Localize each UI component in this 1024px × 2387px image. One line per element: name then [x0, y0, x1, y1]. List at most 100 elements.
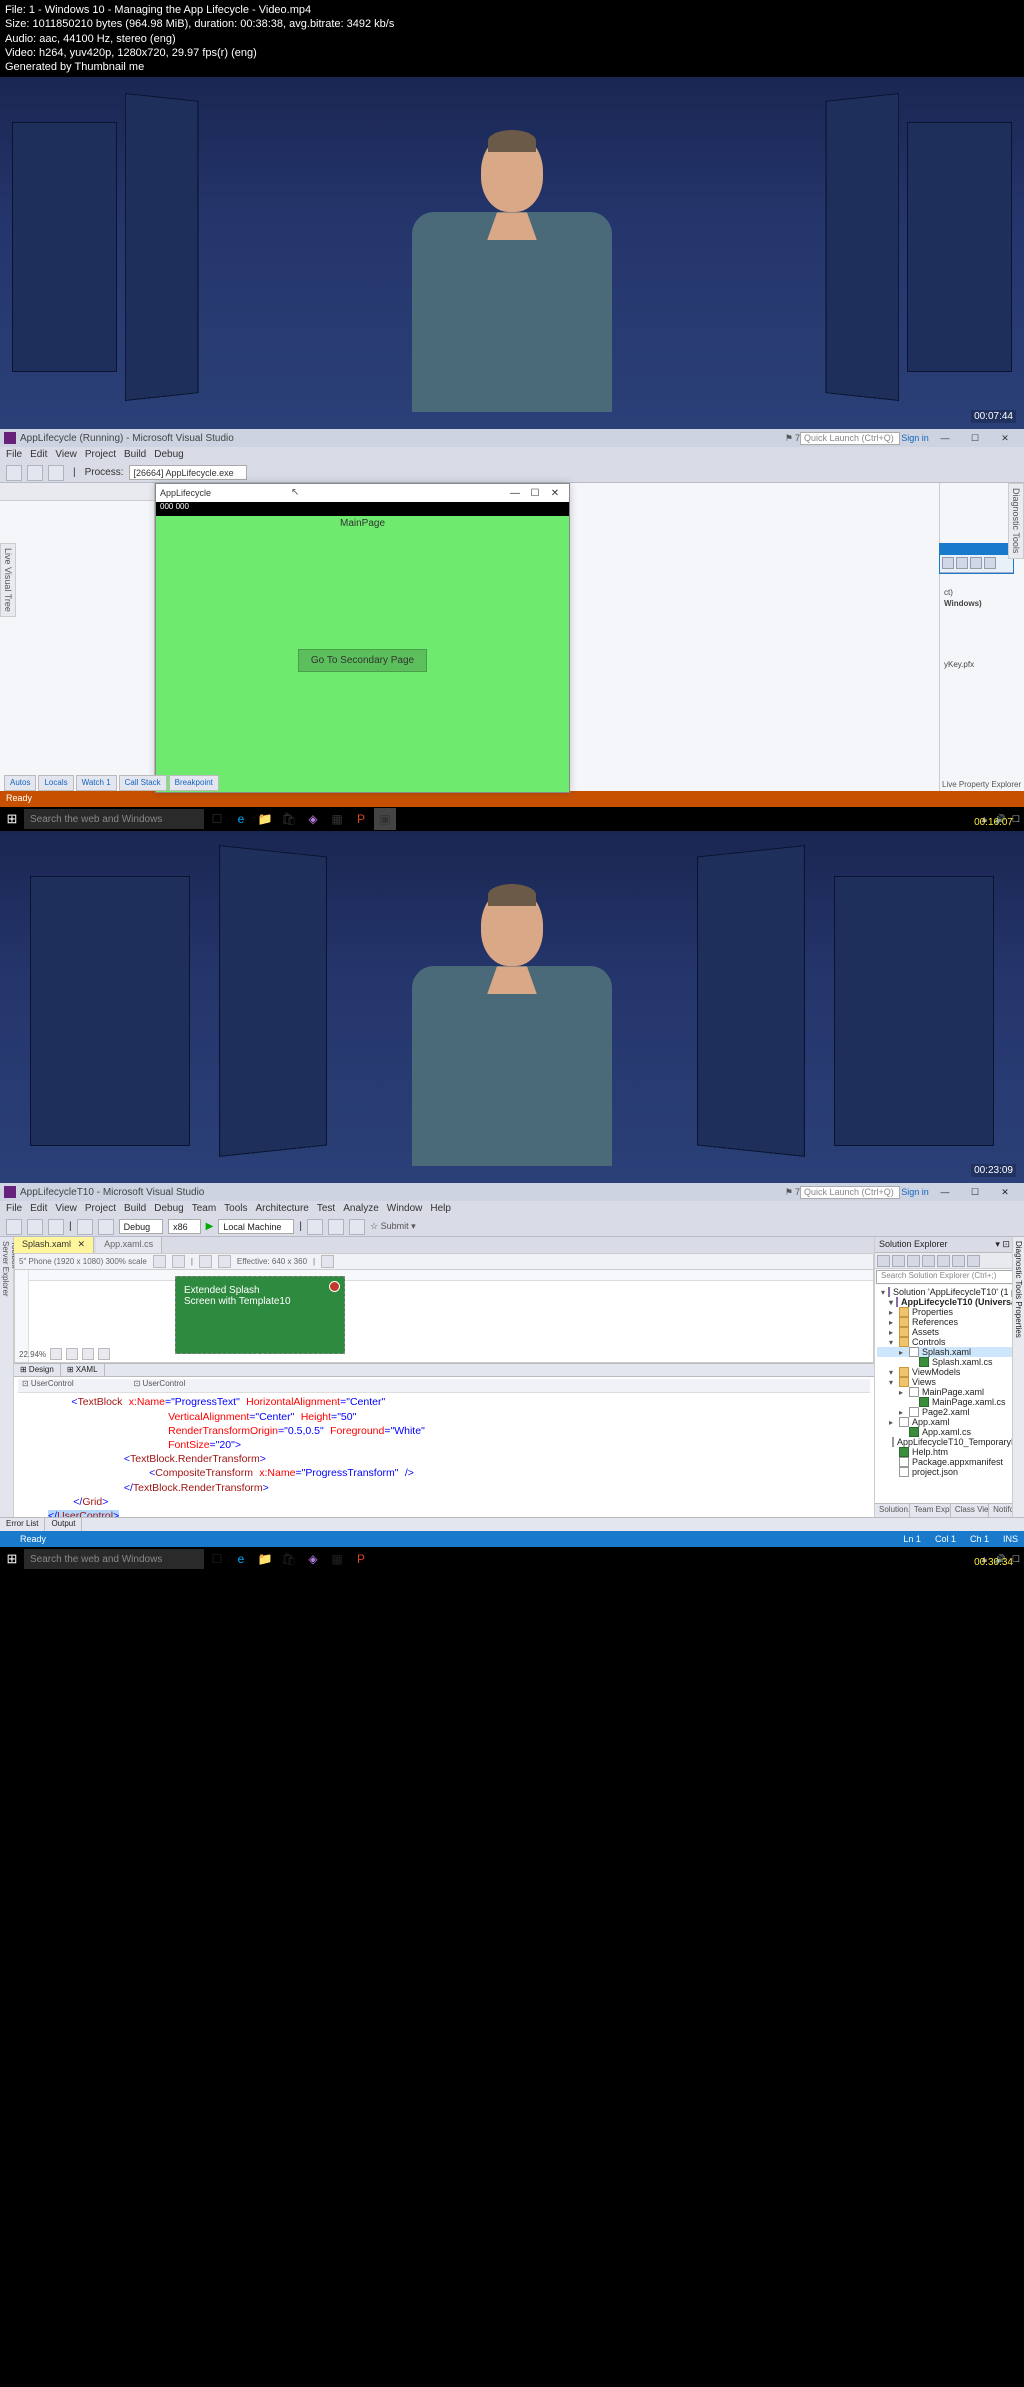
target-dropdown[interactable]: Local Machine	[218, 1219, 294, 1234]
tree-item[interactable]: project.json	[877, 1467, 1022, 1477]
toolbar-redo-icon[interactable]	[98, 1219, 114, 1235]
solution-tree[interactable]: ▾Solution 'AppLifecycleT10' (1 project) …	[875, 1285, 1024, 1503]
tab-breakpoints[interactable]: Breakpoint	[169, 775, 219, 791]
tree-item[interactable]: ▸Page2.xaml	[877, 1407, 1022, 1417]
tree-item[interactable]: ▸References	[877, 1317, 1022, 1327]
output-tab[interactable]: Output	[45, 1518, 82, 1531]
tree-item[interactable]: MainPage.xaml.cs	[877, 1397, 1022, 1407]
flag-icon[interactable]: ⚑	[785, 1187, 793, 1198]
app-taskbar-icon[interactable]: ▦	[326, 1548, 348, 1570]
menu-view[interactable]: View	[55, 449, 77, 461]
menu-arch[interactable]: Architecture	[256, 1203, 309, 1215]
xaml-editor[interactable]: ⊡ UserControl ⊡ UserControl <TextBlock x…	[14, 1377, 874, 1517]
server-explorer-tab[interactable]: Server Explorer	[1, 1241, 10, 1509]
tab-autos[interactable]: Autos	[4, 775, 36, 791]
tree-item[interactable]: Package.appxmanifest	[877, 1457, 1022, 1467]
live-visual-tree-tab[interactable]: Live Visual Tree	[0, 543, 16, 617]
task-view-icon[interactable]: ☐	[206, 808, 228, 830]
config-dropdown[interactable]: Debug	[119, 1219, 164, 1234]
go-to-secondary-page-button[interactable]: Go To Secondary Page	[298, 649, 427, 672]
menu-project[interactable]: Project	[85, 1203, 116, 1215]
tree-item[interactable]: Splash.xaml.cs	[877, 1357, 1022, 1367]
zoom-fit-icon[interactable]	[50, 1348, 62, 1360]
toolbar-open-icon[interactable]	[27, 1219, 43, 1235]
menu-edit[interactable]: Edit	[30, 1203, 47, 1215]
sign-in-link[interactable]: Sign in	[900, 1187, 930, 1197]
error-list-tab[interactable]: Error List	[0, 1518, 45, 1531]
xaml-split-tab[interactable]: ⊞ XAML	[61, 1364, 105, 1376]
sol-tab-solution[interactable]: Solution...	[875, 1504, 910, 1517]
zoom-level[interactable]: 22.94%	[19, 1350, 46, 1359]
explorer-icon[interactable]: 📁	[254, 808, 276, 830]
device-dropdown[interactable]: 5" Phone (1920 x 1080) 300% scale	[19, 1257, 147, 1266]
toolbar-back-icon[interactable]	[6, 465, 22, 481]
menu-debug[interactable]: Debug	[154, 1203, 183, 1215]
tree-item[interactable]: ▸Splash.xaml	[877, 1347, 1022, 1357]
xaml-code[interactable]: <TextBlock x:Name="ProgressText" Horizon…	[18, 1393, 870, 1517]
minimize-button[interactable]: —	[930, 1187, 960, 1197]
run-icon[interactable]: ▶	[206, 1221, 214, 1232]
app-taskbar-icon[interactable]: ▦	[326, 808, 348, 830]
diagnostic-tools-tab[interactable]: Diagnostic Tools	[1008, 483, 1024, 558]
minimize-button[interactable]: —	[930, 433, 960, 443]
sol-tab-team[interactable]: Team Expl...	[910, 1504, 951, 1517]
solution-search[interactable]: Search Solution Explorer (Ctrl+;)	[876, 1270, 1023, 1284]
toolbar-pause-icon[interactable]	[27, 465, 43, 481]
sol-tab-class[interactable]: Class Vie...	[951, 1504, 989, 1517]
menu-edit[interactable]: Edit	[30, 449, 47, 461]
menu-analyze[interactable]: Analyze	[343, 1203, 379, 1215]
menu-project[interactable]: Project	[85, 449, 116, 461]
process-dropdown[interactable]: [26664] AppLifecycle.exe	[129, 465, 247, 480]
design-surface-splash[interactable]: Extended Splash Screen with Template10	[175, 1276, 345, 1354]
vs-taskbar-icon[interactable]: ◈	[302, 1548, 324, 1570]
powerpoint-icon[interactable]: P	[350, 808, 372, 830]
task-view-icon[interactable]: ☐	[206, 1548, 228, 1570]
edge-icon[interactable]: e	[230, 1548, 252, 1570]
tree-item[interactable]: ▾Views	[877, 1377, 1022, 1387]
tree-item[interactable]: ▾Controls	[877, 1337, 1022, 1347]
tab-watch[interactable]: Watch 1	[76, 775, 117, 791]
running-app-taskbar-icon[interactable]: ▣	[374, 808, 396, 830]
file-tab-splash[interactable]: Splash.xaml ✕	[14, 1237, 94, 1253]
toolbar-nav-icon[interactable]	[6, 1219, 22, 1235]
design-split-tab[interactable]: ⊞ Design	[14, 1364, 61, 1376]
tree-item[interactable]: AppLifecycleT10_TemporaryKey.pfx	[877, 1437, 1022, 1447]
tree-item[interactable]: ▸MainPage.xaml	[877, 1387, 1022, 1397]
store-icon[interactable]: 🛍	[278, 1548, 300, 1570]
tree-item[interactable]: ▸App.xaml	[877, 1417, 1022, 1427]
tree-item[interactable]: ▾ViewModels	[877, 1367, 1022, 1377]
app-close-button[interactable]: ✕	[545, 488, 565, 499]
flag-icon[interactable]: ⚑	[785, 433, 793, 444]
powerpoint-icon[interactable]: P	[350, 1548, 372, 1570]
quick-launch[interactable]: Quick Launch (Ctrl+Q)	[800, 432, 900, 445]
app-minimize-button[interactable]: —	[505, 488, 525, 499]
menu-file[interactable]: File	[6, 1203, 22, 1215]
menu-file[interactable]: File	[6, 449, 22, 461]
edge-icon[interactable]: e	[230, 808, 252, 830]
diag-tool-icon[interactable]	[942, 557, 954, 569]
tree-item[interactable]: App.xaml.cs	[877, 1427, 1022, 1437]
menu-test[interactable]: Test	[317, 1203, 335, 1215]
toolbar-save-icon[interactable]	[48, 1219, 64, 1235]
toolbar-undo-icon[interactable]	[77, 1219, 93, 1235]
menu-build[interactable]: Build	[124, 1203, 146, 1215]
maximize-button[interactable]: ☐	[960, 1187, 990, 1198]
tab-callstack[interactable]: Call Stack	[119, 775, 167, 791]
sol-home-icon[interactable]	[877, 1255, 890, 1267]
tree-item[interactable]: Help.htm	[877, 1447, 1022, 1457]
toolbar-stop-icon[interactable]	[48, 465, 64, 481]
explorer-icon[interactable]: 📁	[254, 1548, 276, 1570]
taskbar-search[interactable]: Search the web and Windows	[24, 809, 204, 829]
properties-tab[interactable]: Properties	[1014, 1302, 1023, 1338]
tree-item[interactable]: ▸Properties	[877, 1307, 1022, 1317]
maximize-button[interactable]: ☐	[960, 433, 990, 444]
file-tab-app[interactable]: App.xaml.cs	[96, 1237, 162, 1253]
platform-dropdown[interactable]: x86	[168, 1219, 201, 1234]
menu-help[interactable]: Help	[430, 1203, 451, 1215]
menu-view[interactable]: View	[55, 1203, 77, 1215]
close-tab-icon[interactable]: ✕	[78, 1239, 86, 1249]
menu-window[interactable]: Window	[387, 1203, 423, 1215]
live-property-explorer-tab[interactable]: Live Property Explorer	[942, 780, 1021, 789]
quick-launch[interactable]: Quick Launch (Ctrl+Q)	[800, 1186, 900, 1199]
app-maximize-button[interactable]: ☐	[525, 488, 545, 499]
